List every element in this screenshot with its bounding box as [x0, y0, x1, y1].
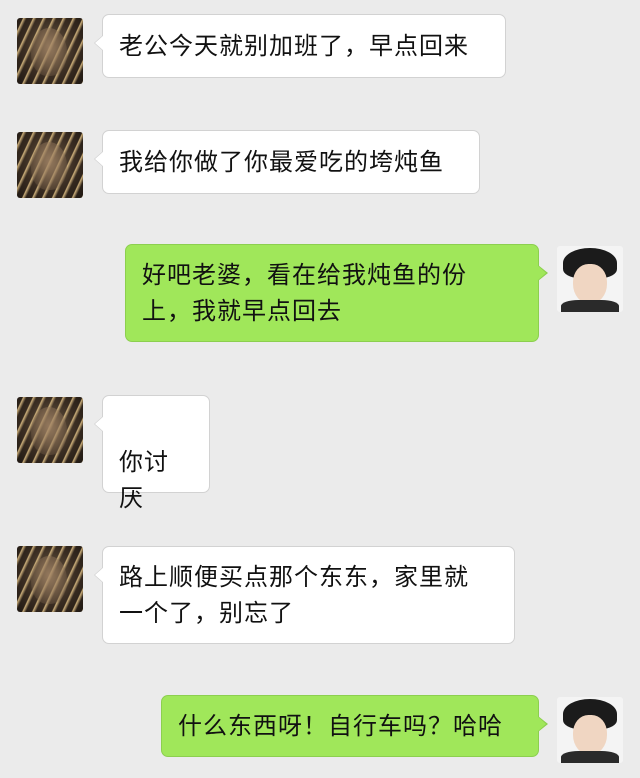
message-text: 什么东西呀！自行车吗？哈哈	[178, 712, 503, 740]
message-row-outgoing: 什么东西呀！自行车吗？哈哈	[0, 695, 640, 765]
chat-conversation: 老公今天就别加班了，早点回来 我给你做了你最爱吃的垮炖鱼 好吧老婆，看在给我炖鱼…	[0, 0, 640, 778]
message-bubble[interactable]: 路上顺便买点那个东东，家里就 一个了，别忘了	[94, 546, 515, 644]
woman-avatar-icon[interactable]	[17, 18, 83, 84]
message-row-incoming: 你讨厌	[0, 395, 640, 512]
message-row-incoming: 路上顺便买点那个东东，家里就 一个了，别忘了	[0, 546, 640, 646]
message-bubble[interactable]: 老公今天就别加班了，早点回来	[94, 14, 506, 78]
message-bubble[interactable]: 什么东西呀！自行车吗？哈哈	[161, 695, 548, 757]
message-row-incoming: 我给你做了你最爱吃的垮炖鱼	[0, 130, 640, 210]
woman-avatar-icon[interactable]	[17, 546, 83, 612]
message-row-incoming: 老公今天就别加班了，早点回来	[0, 14, 640, 94]
man-avatar-icon[interactable]	[557, 697, 623, 763]
woman-avatar-icon[interactable]	[17, 397, 83, 463]
message-text: 你讨厌	[119, 448, 169, 512]
message-text: 好吧老婆，看在给我炖鱼的份 上，我就早点回去	[142, 261, 467, 325]
message-bubble[interactable]: 好吧老婆，看在给我炖鱼的份 上，我就早点回去	[125, 244, 548, 342]
message-bubble[interactable]: 你讨厌	[94, 395, 210, 512]
message-text: 路上顺便买点那个东东，家里就 一个了，别忘了	[119, 563, 469, 627]
woman-avatar-icon[interactable]	[17, 132, 83, 198]
message-bubble[interactable]: 我给你做了你最爱吃的垮炖鱼	[94, 130, 480, 194]
man-avatar-icon[interactable]	[557, 246, 623, 312]
message-row-outgoing: 好吧老婆，看在给我炖鱼的份 上，我就早点回去	[0, 244, 640, 344]
message-text: 老公今天就别加班了，早点回来	[119, 32, 469, 60]
message-text: 我给你做了你最爱吃的垮炖鱼	[119, 148, 444, 176]
